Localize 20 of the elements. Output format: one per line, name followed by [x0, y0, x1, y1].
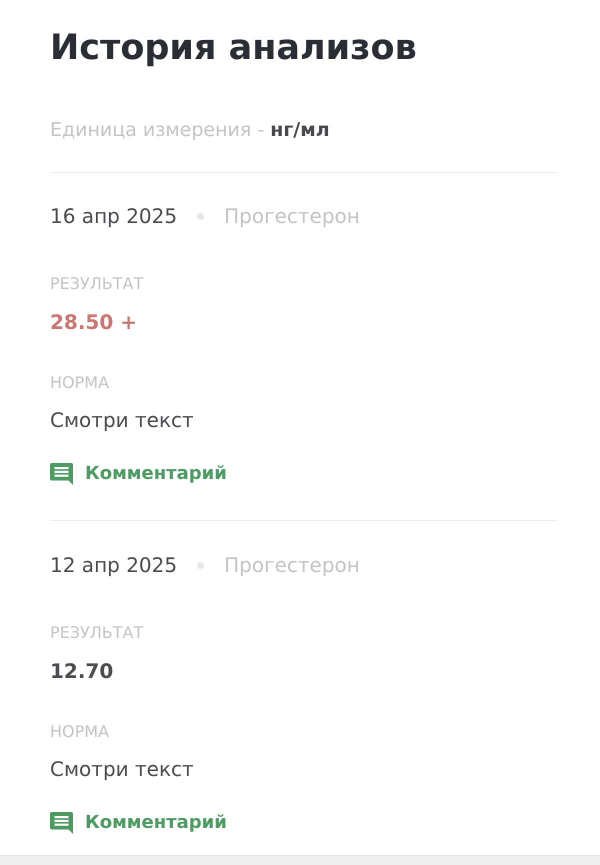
- test-name: Прогестерон: [224, 203, 360, 229]
- result-label: РЕЗУЛЬТАТ: [50, 623, 144, 643]
- norm-value: Смотри текст: [50, 407, 194, 433]
- norm-label: НОРМА: [50, 373, 110, 393]
- comment-icon: [50, 812, 73, 834]
- unit-text: Единица измерения - нг/мл: [50, 118, 331, 142]
- norm-value: Смотри текст: [50, 756, 194, 782]
- result-value: 12.70: [50, 658, 114, 684]
- test-date: 16 апр 2025: [50, 203, 178, 229]
- comment-link[interactable]: Комментарий: [50, 810, 227, 836]
- result-value: 28.50 +: [50, 309, 137, 335]
- test-date: 12 апр 2025: [50, 552, 178, 578]
- separator-dot-icon: [197, 212, 204, 220]
- result-label: РЕЗУЛЬТАТ: [50, 274, 144, 294]
- separator-dot-icon: [197, 562, 204, 568]
- comment-icon: [50, 463, 73, 485]
- comment-link[interactable]: Комментарий: [50, 461, 227, 487]
- norm-label: НОРМА: [50, 722, 110, 742]
- test-name: Прогестерон: [224, 552, 360, 578]
- page-title: История анализов: [50, 27, 418, 70]
